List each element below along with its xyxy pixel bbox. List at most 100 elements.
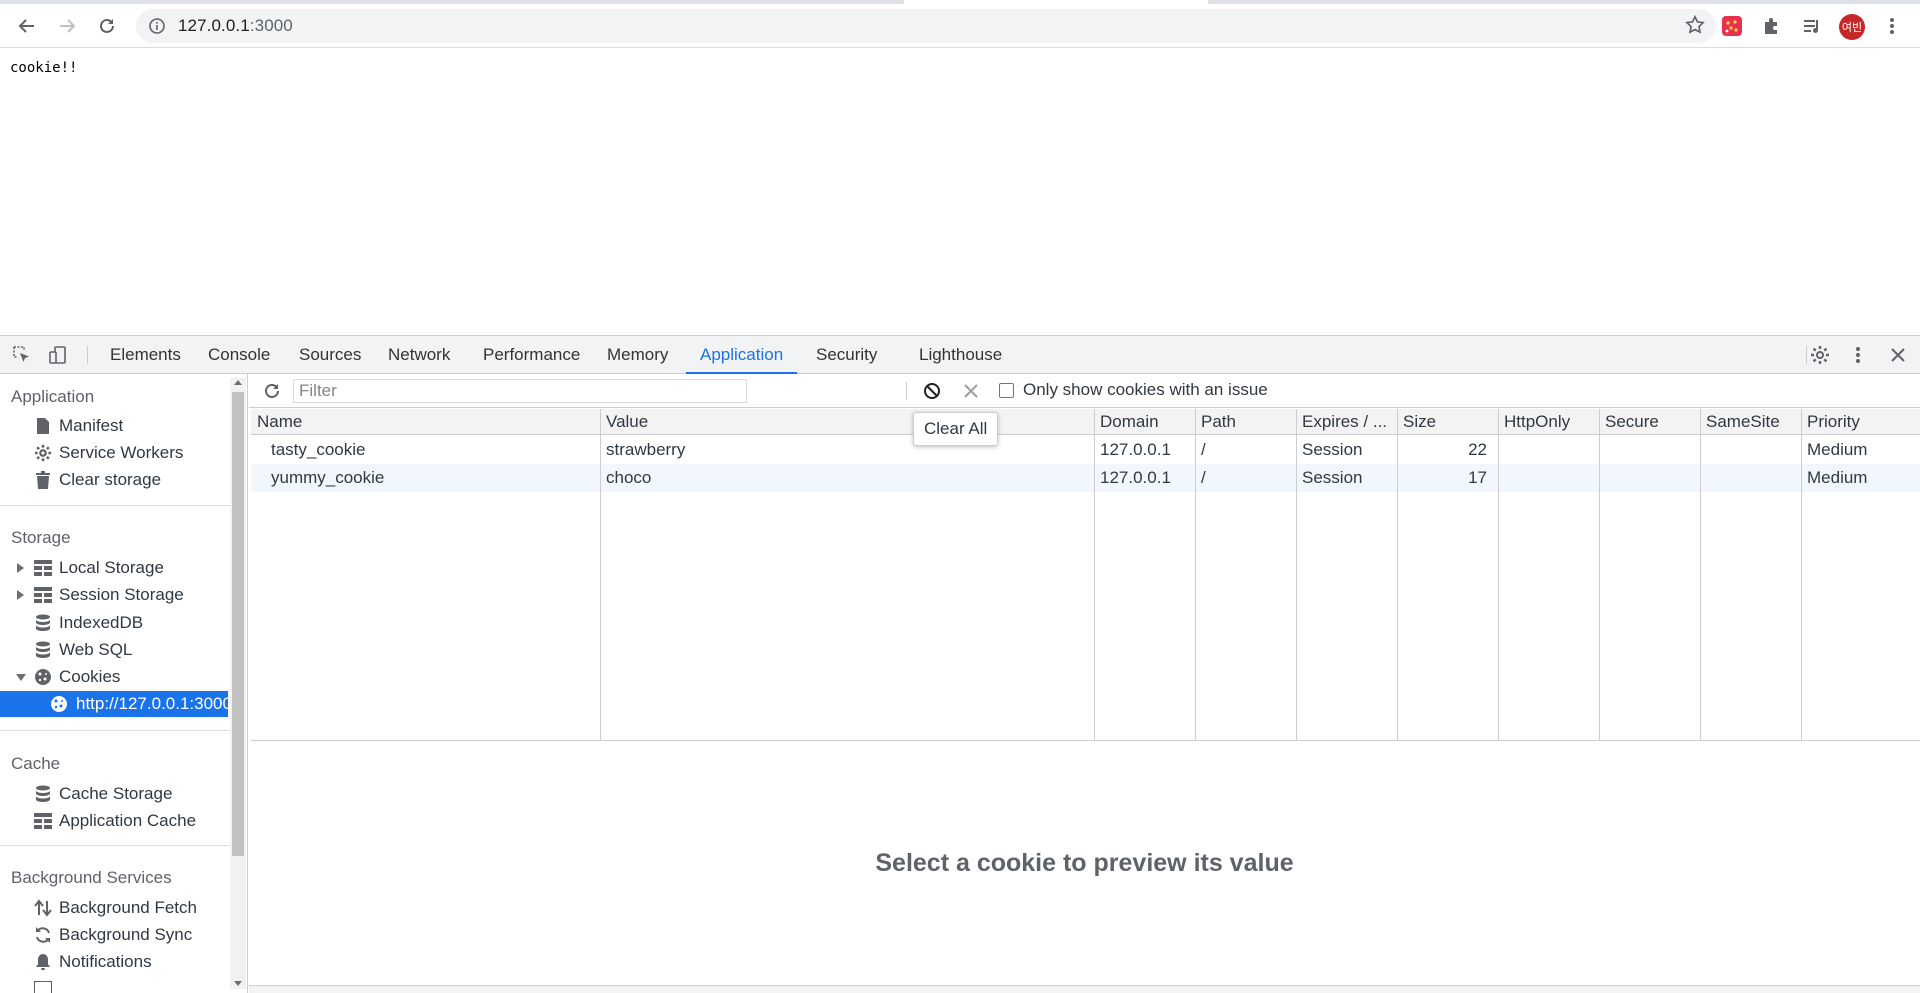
database-icon — [34, 785, 52, 803]
section-title-storage: Storage — [11, 528, 71, 547]
column-header-httponly[interactable]: HttpOnly — [1504, 412, 1570, 432]
refresh-icon[interactable] — [261, 380, 283, 402]
only-issues-checkbox[interactable] — [999, 383, 1014, 398]
column-divider[interactable] — [1700, 409, 1701, 740]
table-header: Name Value Domain Path Expires / ... Siz… — [251, 409, 1920, 435]
media-icon[interactable] — [1796, 10, 1828, 42]
sidebar-item-service-workers[interactable]: Service Workers — [0, 440, 228, 466]
puzzle-icon[interactable] — [1756, 10, 1788, 42]
sidebar-item-local-storage[interactable]: Local Storage — [0, 555, 228, 581]
scroll-down-icon[interactable] — [234, 981, 242, 986]
toolbar-divider — [906, 382, 907, 400]
column-header-samesite[interactable]: SameSite — [1706, 412, 1780, 432]
page-viewport: cookie!! — [0, 49, 1920, 335]
tab-lighthouse[interactable]: Lighthouse — [905, 336, 1016, 373]
extension-icon[interactable] — [1716, 10, 1748, 42]
sidebar-item-notifications[interactable]: Notifications — [0, 949, 228, 975]
device-toolbar-icon[interactable] — [46, 344, 70, 366]
close-icon[interactable] — [1886, 344, 1910, 366]
column-header-name[interactable]: Name — [257, 412, 302, 432]
sidebar-item-cache-storage[interactable]: Cache Storage — [0, 781, 228, 807]
url-text[interactable]: 127.0.0.1:3000 — [178, 16, 293, 36]
cell-expires: Session — [1302, 440, 1363, 459]
section-title-cache: Cache — [11, 754, 61, 773]
column-header-secure[interactable]: Secure — [1605, 412, 1659, 432]
url-port: :3000 — [249, 16, 293, 35]
column-divider[interactable] — [1498, 409, 1499, 740]
table-row[interactable]: yummy_cookie choco 127.0.0.1 / Session 1… — [251, 464, 1920, 492]
section-title-application: Application — [11, 387, 95, 406]
star-icon[interactable] — [1684, 14, 1706, 40]
expand-arrow-icon[interactable] — [17, 563, 24, 573]
sidebar-item-partial[interactable] — [0, 976, 228, 993]
column-divider[interactable] — [1599, 409, 1600, 740]
scroll-up-icon[interactable] — [234, 380, 242, 385]
scrollbar-thumb[interactable] — [232, 392, 244, 856]
column-header-path[interactable]: Path — [1201, 412, 1236, 432]
column-header-domain[interactable]: Domain — [1100, 412, 1159, 432]
column-divider[interactable] — [1094, 409, 1095, 740]
sidebar-item-indexeddb[interactable]: IndexedDB — [0, 610, 228, 636]
column-divider[interactable] — [600, 409, 601, 740]
sidebar-item-application-cache[interactable]: Application Cache — [0, 808, 228, 834]
back-icon[interactable] — [11, 10, 43, 42]
column-header-priority[interactable]: Priority — [1807, 412, 1860, 432]
cell-name: tasty_cookie — [271, 440, 366, 459]
cookie-preview-pane: Select a cookie to preview its value — [249, 742, 1920, 985]
delete-selected-icon[interactable] — [960, 380, 982, 402]
more-options-icon[interactable] — [1846, 344, 1870, 366]
tab-security[interactable]: Security — [802, 336, 891, 373]
cell-priority: Medium — [1807, 468, 1868, 487]
section-title-background-services: Background Services — [11, 868, 172, 887]
info-icon[interactable] — [148, 17, 166, 39]
collapse-arrow-icon[interactable] — [16, 674, 26, 681]
tab-console[interactable]: Console — [194, 336, 284, 373]
sidebar-item-manifest[interactable]: Manifest — [0, 413, 228, 439]
cell-expires: Session — [1302, 468, 1363, 487]
sidebar-scrollbar[interactable] — [230, 378, 246, 989]
clear-all-icon[interactable] — [921, 380, 943, 402]
column-header-size[interactable]: Size — [1403, 412, 1436, 432]
sidebar-item-cookies[interactable]: Cookies — [0, 664, 228, 690]
sidebar-item-label: Cookies — [59, 667, 121, 686]
sidebar-item-web-sql[interactable]: Web SQL — [0, 637, 228, 663]
tab-memory[interactable]: Memory — [593, 336, 682, 373]
table-icon — [34, 980, 52, 993]
avatar[interactable]: 여빈 — [1839, 14, 1865, 40]
tab-sources[interactable]: Sources — [285, 336, 375, 373]
filter-input[interactable] — [293, 379, 747, 403]
tab-network[interactable]: Network — [374, 336, 464, 373]
cookie-icon — [34, 668, 52, 686]
sidebar-item-cookie-origin[interactable]: http://127.0.0.1:3000 — [0, 691, 232, 717]
column-divider[interactable] — [1296, 409, 1297, 740]
gear-icon — [34, 444, 52, 462]
cell-size: 17 — [1468, 468, 1487, 487]
menu-icon[interactable] — [1876, 10, 1908, 42]
settings-gear-icon[interactable] — [1808, 344, 1832, 366]
column-header-value[interactable]: Value — [606, 412, 648, 432]
cell-path: / — [1201, 468, 1206, 487]
column-header-expires[interactable]: Expires / ... — [1302, 412, 1387, 432]
reload-icon[interactable] — [91, 10, 123, 42]
column-divider[interactable] — [1397, 409, 1398, 740]
tab-elements[interactable]: Elements — [96, 336, 195, 373]
url-host: 127.0.0.1 — [178, 16, 250, 35]
sidebar-item-clear-storage[interactable]: Clear storage — [0, 467, 228, 493]
page-body-text: cookie!! — [10, 60, 78, 76]
arrows-icon — [34, 899, 52, 917]
expand-arrow-icon[interactable] — [17, 590, 24, 600]
forward-icon[interactable] — [51, 10, 83, 42]
column-divider[interactable] — [1195, 409, 1196, 740]
sidebar-item-session-storage[interactable]: Session Storage — [0, 582, 228, 608]
column-divider[interactable] — [1801, 409, 1802, 740]
sidebar-item-background-sync[interactable]: Background Sync — [0, 922, 228, 948]
inspect-element-icon[interactable] — [10, 344, 34, 366]
address-bar[interactable]: 127.0.0.1:3000 — [136, 9, 1716, 43]
sidebar-divider — [0, 505, 230, 506]
sidebar-item-label: Background Fetch — [59, 898, 197, 917]
cell-size: 22 — [1468, 440, 1487, 459]
tab-performance[interactable]: Performance — [469, 336, 594, 373]
sidebar-item-background-fetch[interactable]: Background Fetch — [0, 895, 228, 921]
table-row[interactable]: tasty_cookie strawberry 127.0.0.1 / Sess… — [251, 436, 1920, 464]
tab-application[interactable]: Application — [686, 336, 798, 374]
